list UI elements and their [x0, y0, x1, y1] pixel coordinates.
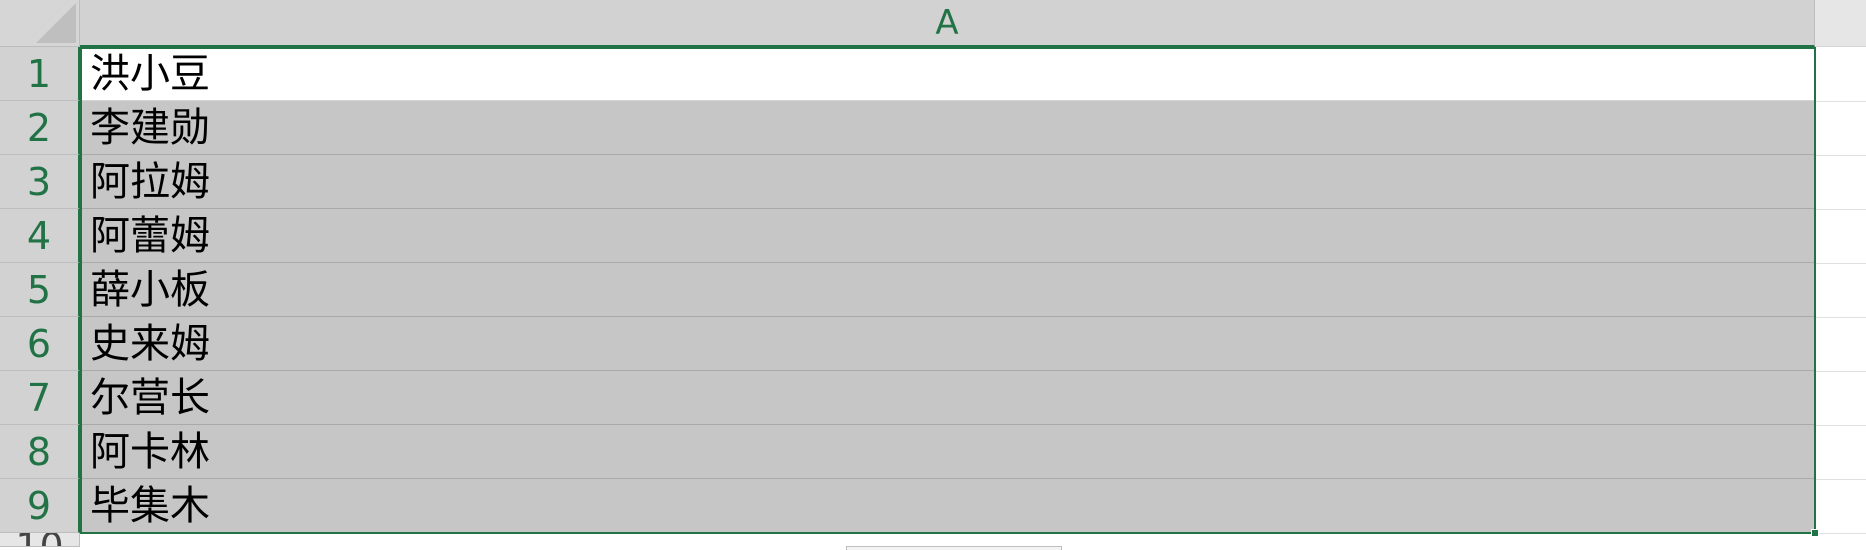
gridline [1815, 209, 1866, 210]
cell-a3[interactable]: 阿拉姆 [80, 155, 1815, 209]
gridline [1815, 479, 1866, 480]
row-header-7[interactable]: 7 [0, 371, 80, 425]
column-a-cells: 洪小豆 李建勋 阿拉姆 阿蕾姆 薛小板 史来姆 尔营长 阿卡林 毕集木 [80, 47, 1815, 547]
gridline [1815, 371, 1866, 372]
cell-a8[interactable]: 阿卡林 [80, 425, 1815, 479]
column-header-b-partial[interactable] [1815, 0, 1866, 47]
cell-a5[interactable]: 薛小板 [80, 263, 1815, 317]
row-header-3[interactable]: 3 [0, 155, 80, 209]
cell-a1[interactable]: 洪小豆 [80, 47, 1815, 101]
cell-a2[interactable]: 李建勋 [80, 101, 1815, 155]
row-header-5[interactable]: 5 [0, 263, 80, 317]
cell-a4[interactable]: 阿蕾姆 [80, 209, 1815, 263]
gridline [1815, 533, 1866, 534]
row-header-2[interactable]: 2 [0, 101, 80, 155]
select-all-corner[interactable] [0, 0, 80, 47]
row-headers: 1 2 3 4 5 6 7 8 9 10 [0, 47, 80, 547]
row-header-10[interactable]: 10 [0, 533, 80, 547]
spreadsheet-grid: A 1 2 3 4 5 6 7 8 9 10 洪小豆 李建勋 阿拉姆 阿蕾姆 薛… [0, 0, 1866, 550]
fill-handle[interactable] [1811, 529, 1819, 537]
row-header-4[interactable]: 4 [0, 209, 80, 263]
column-header-a[interactable]: A [80, 0, 1815, 47]
select-all-triangle-icon [36, 3, 76, 43]
cell-a10[interactable] [80, 533, 1815, 547]
column-b-area[interactable] [1815, 47, 1866, 550]
row-header-8[interactable]: 8 [0, 425, 80, 479]
cell-a6[interactable]: 史来姆 [80, 317, 1815, 371]
gridline [1815, 317, 1866, 318]
gridline [1815, 263, 1866, 264]
horizontal-scrollbar-thumb[interactable] [846, 546, 1062, 550]
gridline [1815, 101, 1866, 102]
row-header-1[interactable]: 1 [0, 47, 80, 101]
cell-a9[interactable]: 毕集木 [80, 479, 1815, 533]
row-header-9[interactable]: 9 [0, 479, 80, 533]
cell-a7[interactable]: 尔营长 [80, 371, 1815, 425]
row-header-6[interactable]: 6 [0, 317, 80, 371]
gridline [1815, 155, 1866, 156]
gridline [1815, 425, 1866, 426]
